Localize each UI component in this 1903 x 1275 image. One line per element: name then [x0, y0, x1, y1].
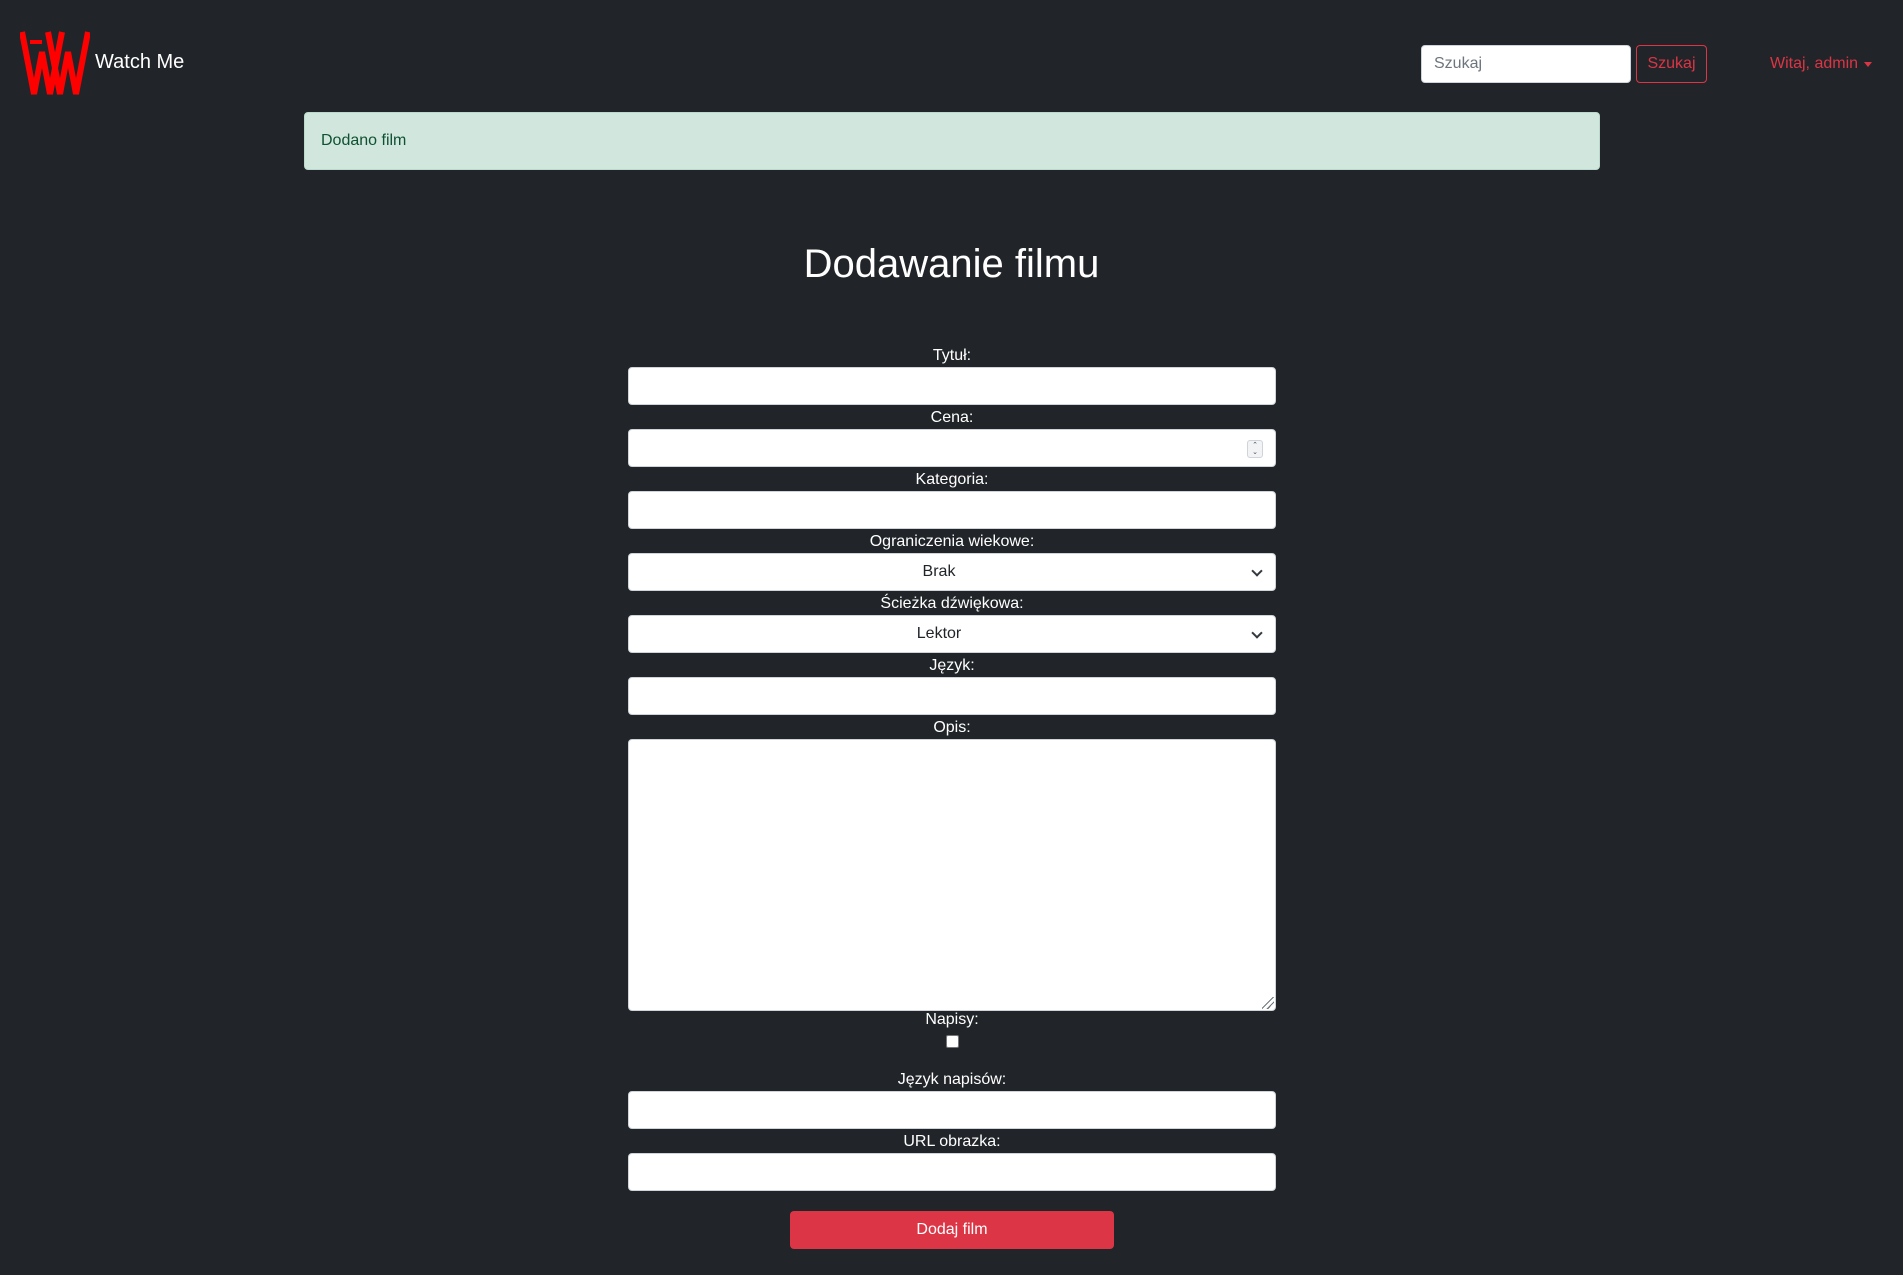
language-input[interactable] [628, 677, 1276, 715]
language-group: Język: [628, 655, 1276, 717]
audio-track-label: Ścieżka dźwiękowa: [880, 595, 1024, 612]
user-menu-label: Witaj, admin [1770, 55, 1859, 72]
caret-down-icon [1864, 62, 1873, 67]
subtitles-language-input[interactable] [628, 1091, 1276, 1129]
age-rating-group: Ograniczenia wiekowe: Brak [628, 531, 1276, 593]
category-label: Kategoria: [915, 471, 989, 488]
age-rating-select[interactable]: Brak [628, 553, 1276, 591]
description-label: Opis: [933, 719, 971, 736]
age-rating-selected: Brak [922, 563, 956, 580]
age-rating-label: Ograniczenia wiekowe: [869, 533, 1035, 550]
search-input[interactable] [1421, 45, 1631, 83]
audio-track-select[interactable]: Lektor [628, 615, 1276, 653]
description-group: Opis: [628, 717, 1276, 1011]
search-button[interactable]: Szukaj [1636, 45, 1707, 83]
number-spinner-icon[interactable]: ⌃ ⌄ [1247, 440, 1263, 458]
price-group: Cena: ⌃ ⌄ [628, 407, 1276, 469]
watch-me-logo-icon [20, 31, 90, 95]
image-url-input[interactable] [628, 1153, 1276, 1191]
audio-track-selected: Lektor [916, 625, 962, 642]
navbar: Watch Me Szukaj Witaj, admin [0, 0, 1903, 112]
add-movie-button[interactable]: Dodaj film [790, 1211, 1114, 1249]
chevron-down-icon [1251, 627, 1263, 639]
alert-message: Dodano film [321, 132, 407, 149]
user-menu-dropdown[interactable]: Witaj, admin [1770, 55, 1873, 73]
resize-grip-icon[interactable] [1262, 997, 1274, 1009]
brand-name: Watch Me [95, 50, 185, 73]
language-label: Język: [929, 657, 975, 674]
title-input[interactable] [628, 367, 1276, 405]
image-url-group: URL obrazka: [628, 1131, 1276, 1193]
subtitles-language-group: Język napisów: [628, 1069, 1276, 1131]
description-textarea[interactable] [628, 739, 1276, 1011]
subtitles-label: Napisy: [925, 1011, 979, 1028]
category-input[interactable] [628, 491, 1276, 529]
subtitles-checkbox[interactable] [945, 1035, 959, 1048]
subtitles-group: Napisy: [628, 1009, 1276, 1069]
brand-link[interactable]: Watch Me [20, 28, 184, 98]
price-label: Cena: [930, 409, 974, 426]
category-group: Kategoria: [628, 469, 1276, 531]
image-url-label: URL obrazka: [903, 1133, 1001, 1150]
subtitles-language-label: Język napisów: [897, 1071, 1007, 1088]
chevron-down-icon [1251, 565, 1263, 577]
title-label: Tytuł: [932, 347, 972, 364]
title-group: Tytuł: [628, 345, 1276, 407]
audio-track-group: Ścieżka dźwiękowa: Lektor [628, 593, 1276, 655]
success-alert: Dodano film [304, 112, 1600, 170]
price-input[interactable]: ⌃ ⌄ [628, 429, 1276, 467]
page-title: Dodawanie filmu [803, 242, 1100, 286]
add-movie-form: Tytuł: Cena: ⌃ ⌄ Kategoria: Ograniczenia … [628, 345, 1276, 1249]
